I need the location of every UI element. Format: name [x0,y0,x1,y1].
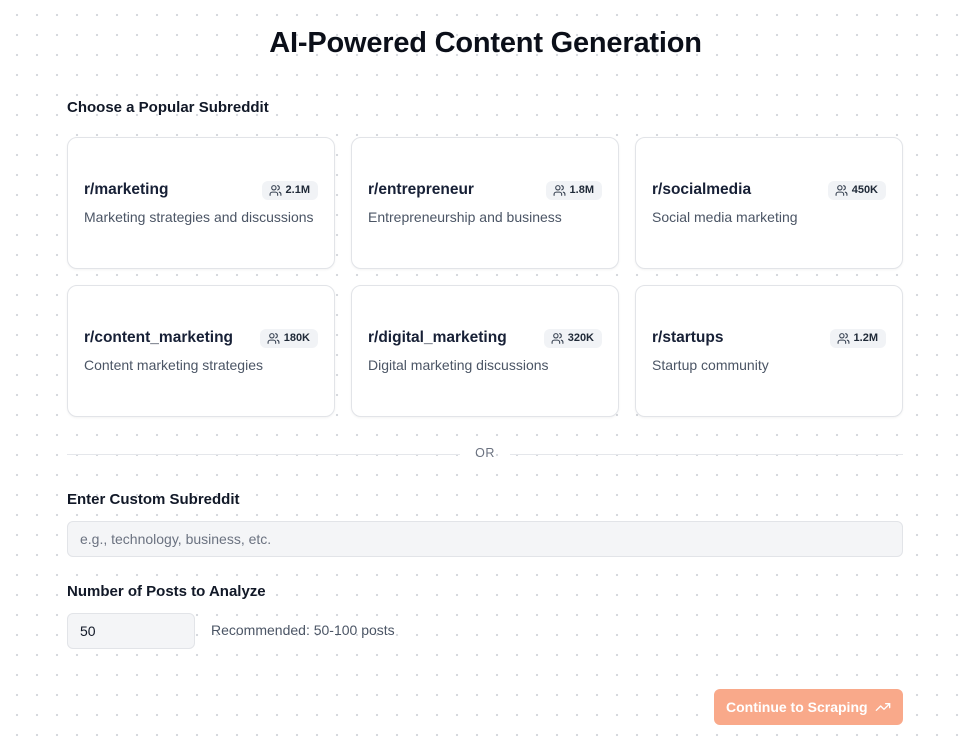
subreddit-card-marketing[interactable]: r/marketing 2.1M Marketing strategies an… [67,137,335,269]
subreddit-name: r/socialmedia [652,181,752,198]
subreddit-card-content-marketing[interactable]: r/content_marketing 180K Content marketi… [67,285,335,417]
member-count: 450K [851,184,878,196]
subreddit-name: r/digital_marketing [368,329,507,346]
trending-up-icon [875,703,891,711]
member-count: 1.8M [569,184,594,196]
member-count-badge: 2.1M [261,180,318,200]
subreddit-description: Content marketing strategies [84,357,263,373]
subreddit-description: Entrepreneurship and business [368,209,562,225]
popular-subreddits-label: Choose a Popular Subreddit [67,99,269,116]
page-title: AI-Powered Content Generation [269,27,702,59]
subreddit-description: Social media marketing [652,209,798,225]
member-count: 320K [567,332,594,344]
subreddit-name: r/entrepreneur [368,181,474,198]
users-icon [837,332,849,344]
subreddit-name: r/marketing [84,181,169,198]
users-icon [269,184,281,196]
users-icon [553,184,565,196]
subreddit-description: Marketing strategies and discussions [84,209,314,225]
users-icon [551,332,564,344]
custom-subreddit-input[interactable] [67,521,903,557]
member-count-badge: 320K [543,328,602,348]
posts-count-hint: Recommended: 50-100 posts [211,622,395,638]
member-count-badge: 1.8M [545,180,602,200]
or-divider: OR [67,443,903,465]
member-count: 180K [283,332,310,344]
member-count: 1.2M [853,332,878,344]
or-text: OR [475,446,495,460]
member-count-badge: 1.2M [829,328,886,348]
divider-line-left [67,454,460,455]
subreddit-description: Startup community [652,357,769,373]
posts-count-label: Number of Posts to Analyze [67,583,266,600]
custom-subreddit-label: Enter Custom Subreddit [67,491,240,508]
member-count-badge: 180K [259,328,318,348]
subreddit-card-socialmedia[interactable]: r/socialmedia 450K Social media marketin… [635,137,903,269]
users-icon [267,332,280,344]
subreddit-name: r/content_marketing [84,329,234,346]
continue-to-scraping-button[interactable]: Continue to Scraping [714,689,903,725]
member-count: 2.1M [285,184,310,196]
subreddit-grid: r/marketing 2.1M Marketing strategies an… [67,137,903,417]
subreddit-name: r/startups [652,329,724,346]
posts-count-input[interactable] [67,613,195,649]
subreddit-card-startups[interactable]: r/startups 1.2M Startup community [635,285,903,417]
subreddit-description: Digital marketing discussions [368,357,549,373]
users-icon [835,184,848,196]
divider-line-right [510,454,903,455]
subreddit-card-entrepreneur[interactable]: r/entrepreneur 1.8M Entrepreneurship and… [351,137,619,269]
continue-button-label: Continue to Scraping [726,699,868,715]
member-count-badge: 450K [827,180,886,200]
subreddit-card-digital-marketing[interactable]: r/digital_marketing 320K Digital marketi… [351,285,619,417]
